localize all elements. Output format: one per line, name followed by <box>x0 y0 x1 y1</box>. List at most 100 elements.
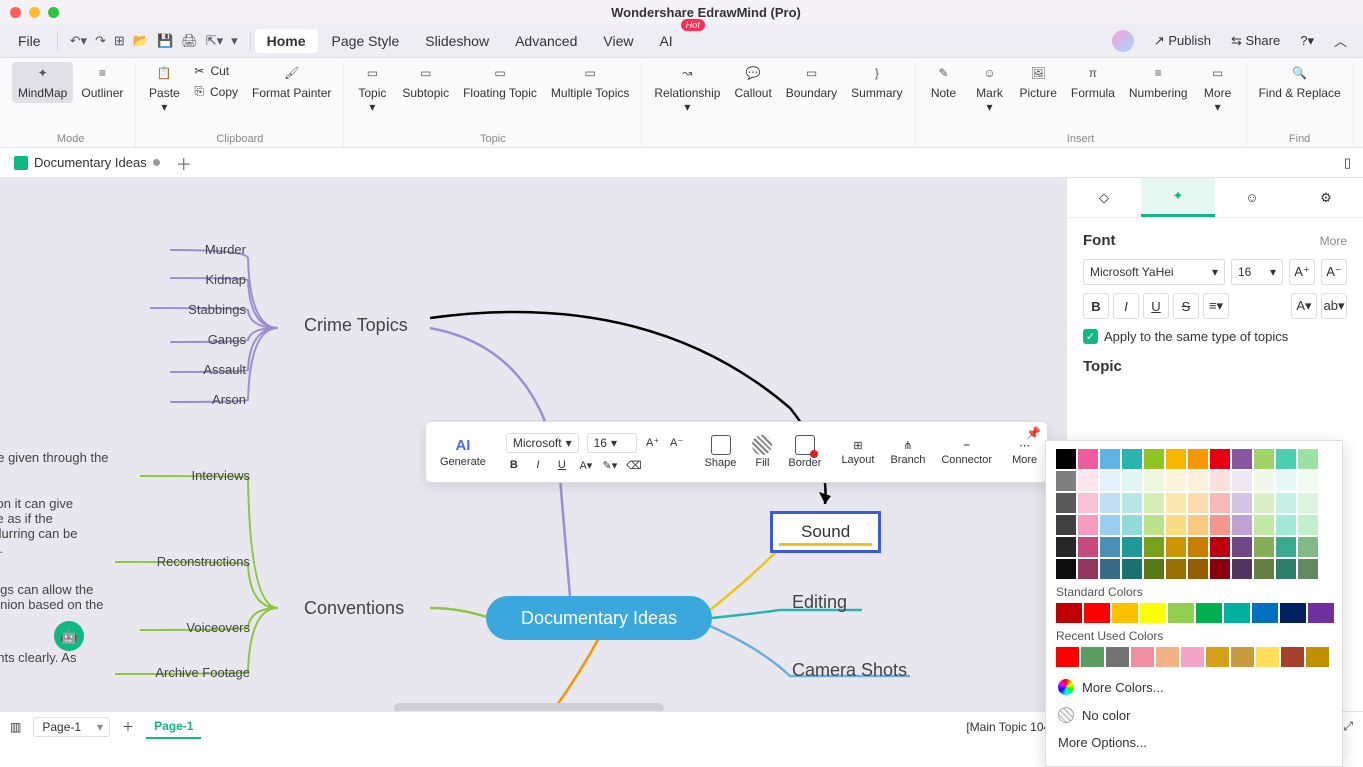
maximize-window-icon[interactable] <box>48 7 59 18</box>
color-swatch[interactable] <box>1056 559 1076 579</box>
color-swatch[interactable] <box>1298 471 1318 491</box>
color-swatch[interactable] <box>1166 537 1186 557</box>
numbering-button[interactable]: ≡Numbering <box>1123 62 1194 103</box>
increase-font-icon[interactable]: A⁺ <box>645 436 661 449</box>
branch-crime-topics[interactable]: Crime Topics <box>304 315 408 336</box>
outliner-button[interactable]: ≡Outliner <box>75 62 129 103</box>
outline-view-icon[interactable]: ▥ <box>10 720 21 734</box>
color-swatch[interactable] <box>1196 603 1222 623</box>
color-swatch[interactable] <box>1078 493 1098 513</box>
color-swatch[interactable] <box>1122 471 1142 491</box>
color-swatch[interactable] <box>1188 449 1208 469</box>
color-swatch[interactable] <box>1256 647 1279 667</box>
leaf-voiceovers[interactable]: Voiceovers <box>120 620 250 635</box>
color-swatch[interactable] <box>1144 515 1164 535</box>
leaf-kidnap[interactable]: Kidnap <box>150 272 246 287</box>
floating-topic-button[interactable]: ▭Floating Topic <box>457 62 543 103</box>
horizontal-scrollbar[interactable] <box>394 703 664 711</box>
tab-view[interactable]: View <box>591 29 645 53</box>
print-icon[interactable]: 🖨 <box>181 33 198 49</box>
color-swatch[interactable] <box>1206 647 1229 667</box>
color-swatch[interactable] <box>1210 515 1230 535</box>
user-avatar[interactable] <box>1112 30 1134 52</box>
decrease-font-panel-icon[interactable]: A⁻ <box>1321 259 1347 285</box>
add-tab-button[interactable]: ＋ <box>176 151 192 175</box>
color-swatch[interactable] <box>1210 537 1230 557</box>
tab-page-style[interactable]: Page Style <box>320 29 412 53</box>
color-swatch[interactable] <box>1188 537 1208 557</box>
share-button[interactable]: ⇆ Share <box>1231 33 1280 49</box>
picture-button[interactable]: 🖼Picture <box>1014 62 1063 103</box>
apply-same-type-checkbox[interactable]: ✓Apply to the same type of topics <box>1083 329 1347 344</box>
color-swatch[interactable] <box>1166 471 1186 491</box>
color-swatch[interactable] <box>1078 537 1098 557</box>
color-swatch[interactable] <box>1298 559 1318 579</box>
color-swatch[interactable] <box>1308 603 1334 623</box>
shape-button[interactable]: Shape <box>699 422 743 482</box>
topic-button[interactable]: ▭Topic▾ <box>350 62 394 117</box>
increase-font-panel-icon[interactable]: A⁺ <box>1289 259 1315 285</box>
color-swatch[interactable] <box>1276 537 1296 557</box>
color-swatch[interactable] <box>1232 471 1252 491</box>
color-swatch[interactable] <box>1122 559 1142 579</box>
color-swatch[interactable] <box>1280 603 1306 623</box>
close-window-icon[interactable] <box>10 7 21 18</box>
subtopic-button[interactable]: ▭Subtopic <box>396 62 455 103</box>
publish-button[interactable]: ↗ Publish <box>1154 33 1211 49</box>
color-swatch[interactable] <box>1100 449 1120 469</box>
color-swatch[interactable] <box>1232 493 1252 513</box>
color-swatch[interactable] <box>1056 515 1076 535</box>
color-swatch[interactable] <box>1224 603 1250 623</box>
panel-tab-icons[interactable]: ☺ <box>1215 178 1289 217</box>
color-swatch[interactable] <box>1210 449 1230 469</box>
color-swatch[interactable] <box>1056 471 1076 491</box>
case-panel-icon[interactable]: ab▾ <box>1321 293 1347 319</box>
page-select[interactable]: Page-1 <box>33 717 110 737</box>
color-swatch[interactable] <box>1232 537 1252 557</box>
center-topic[interactable]: Documentary Ideas <box>486 596 712 640</box>
color-swatch[interactable] <box>1254 559 1274 579</box>
color-swatch[interactable] <box>1078 515 1098 535</box>
color-swatch[interactable] <box>1131 647 1154 667</box>
color-swatch[interactable] <box>1081 647 1104 667</box>
italic-panel-icon[interactable]: I <box>1113 293 1139 319</box>
leaf-interviews[interactable]: Interviews <box>120 468 250 483</box>
color-swatch[interactable] <box>1254 537 1274 557</box>
ai-chat-fab[interactable]: 🤖 <box>54 621 84 651</box>
note-button[interactable]: ✎Note <box>922 62 966 103</box>
color-swatch[interactable] <box>1276 449 1296 469</box>
branch-camera-shots[interactable]: Camera Shots <box>792 660 907 681</box>
color-swatch[interactable] <box>1166 559 1186 579</box>
color-swatch[interactable] <box>1210 493 1230 513</box>
color-swatch[interactable] <box>1122 515 1142 535</box>
leaf-stabbings[interactable]: Stabbings <box>130 302 246 317</box>
font-color-icon[interactable]: A▾ <box>578 459 594 472</box>
canvas[interactable]: Crime Topics Murder Kidnap Stabbings Gan… <box>0 178 1066 711</box>
leaf-arson[interactable]: Arson <box>150 392 246 407</box>
cut-button[interactable]: ✂ Cut <box>188 62 244 80</box>
color-swatch[interactable] <box>1106 647 1129 667</box>
tab-ai[interactable]: AIHot <box>647 29 684 53</box>
bold-panel-icon[interactable]: B <box>1083 293 1109 319</box>
font-family-select-panel[interactable]: Microsoft YaHei▾ <box>1083 259 1225 285</box>
multiple-topics-button[interactable]: ▭Multiple Topics <box>545 62 635 103</box>
color-swatch[interactable] <box>1084 603 1110 623</box>
summary-button[interactable]: }Summary <box>845 62 908 103</box>
color-swatch[interactable] <box>1144 493 1164 513</box>
color-swatch[interactable] <box>1122 449 1142 469</box>
color-swatch[interactable] <box>1100 559 1120 579</box>
color-swatch[interactable] <box>1254 471 1274 491</box>
color-swatch[interactable] <box>1144 537 1164 557</box>
color-swatch[interactable] <box>1056 493 1076 513</box>
color-swatch[interactable] <box>1276 493 1296 513</box>
clear-format-icon[interactable]: ⌫ <box>626 459 642 472</box>
boundary-button[interactable]: ▭Boundary <box>780 62 843 103</box>
color-swatch[interactable] <box>1210 471 1230 491</box>
formula-button[interactable]: πFormula <box>1065 62 1121 103</box>
minimize-window-icon[interactable] <box>29 7 40 18</box>
color-swatch[interactable] <box>1298 537 1318 557</box>
ai-generate-button[interactable]: AI Generate <box>434 422 492 482</box>
color-swatch[interactable] <box>1276 559 1296 579</box>
export-icon[interactable]: ⇱▾ <box>206 33 223 49</box>
color-swatch[interactable] <box>1144 471 1164 491</box>
